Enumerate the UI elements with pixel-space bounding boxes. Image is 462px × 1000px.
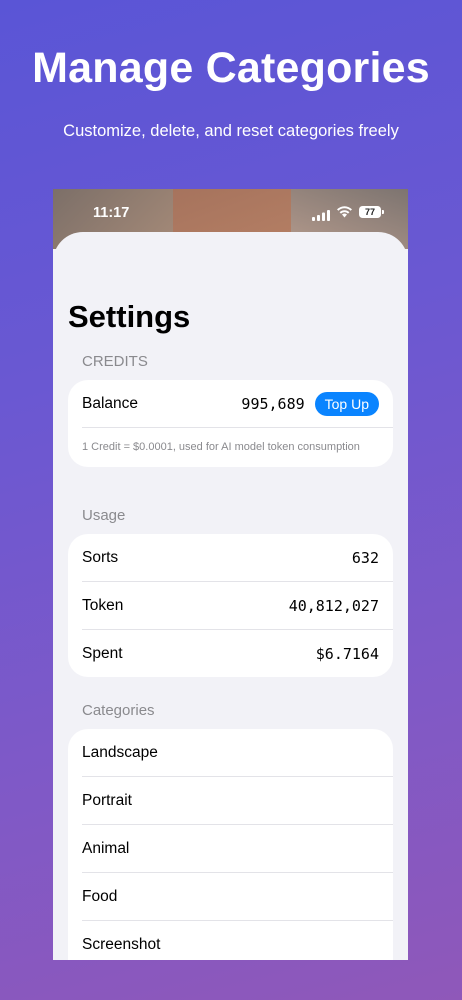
battery-icon: 77: [359, 206, 384, 218]
balance-label: Balance: [82, 394, 139, 412]
category-item-portrait[interactable]: Portrait: [82, 777, 393, 825]
balance-row: Balance 995,689 Top Up: [82, 380, 393, 428]
cellular-signal-icon: [312, 208, 330, 226]
usage-card: Sorts 632 Token 40,812,027 Spent $6.7164: [68, 534, 393, 677]
category-item-animal[interactable]: Animal: [82, 825, 393, 873]
page-title: Settings: [68, 299, 191, 334]
usage-section-label: Usage: [82, 507, 126, 524]
wifi-icon: [336, 205, 353, 223]
promo-headline: Manage Categories: [32, 44, 430, 92]
usage-label: Sorts: [82, 548, 119, 566]
usage-value: 632: [351, 548, 379, 567]
top-up-button[interactable]: Top Up: [314, 391, 379, 416]
usage-value: $6.7164: [315, 644, 379, 663]
credits-section-label: CREDITS: [82, 353, 148, 370]
category-label: Food: [82, 887, 118, 905]
category-item-food[interactable]: Food: [82, 873, 393, 921]
usage-label: Spent: [82, 644, 123, 662]
category-label: Portrait: [82, 791, 132, 809]
usage-row-token: Token 40,812,027: [82, 582, 393, 630]
usage-row-spent: Spent $6.7164: [82, 630, 393, 677]
credits-card: Balance 995,689 Top Up 1 Credit = $0.000…: [68, 380, 393, 467]
credit-rate-note: 1 Credit = $0.0001, used for AI model to…: [82, 441, 360, 453]
settings-sheet: Settings CREDITS Balance 995,689 Top Up …: [53, 232, 408, 960]
promo-subline: Customize, delete, and reset categories …: [63, 122, 399, 140]
phone-screenshot: 11:17 77 Settings CREDITS Balance 995,68…: [53, 189, 408, 960]
status-time: 11:17: [93, 205, 130, 221]
category-item-screenshot[interactable]: Screenshot: [82, 921, 393, 960]
usage-label: Token: [82, 596, 124, 614]
usage-row-sorts: Sorts 632: [82, 534, 393, 582]
categories-section-label: Categories: [82, 702, 155, 719]
category-item-landscape[interactable]: Landscape: [82, 729, 393, 777]
category-label: Screenshot: [82, 935, 161, 953]
usage-value: 40,812,027: [288, 596, 379, 615]
category-label: Landscape: [82, 743, 158, 761]
balance-value: 995,689: [241, 394, 305, 413]
status-bar: 11:17 77: [53, 189, 408, 235]
categories-card: Landscape Portrait Animal Food Screensho…: [68, 729, 393, 960]
category-label: Animal: [82, 839, 130, 857]
